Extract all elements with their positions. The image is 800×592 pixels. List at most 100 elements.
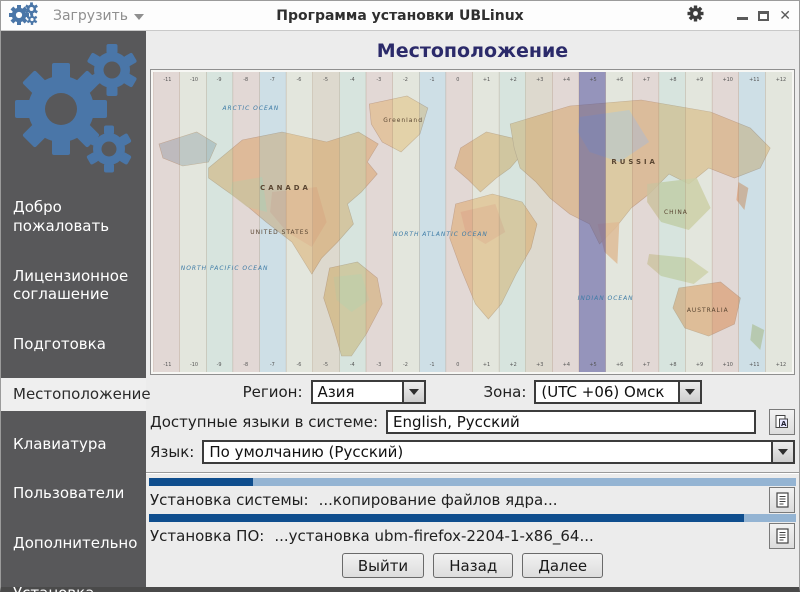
svg-text:+11: +11 <box>749 77 759 83</box>
software-progressbar-fill <box>149 514 745 522</box>
sidebar-item-users[interactable]: Пользователи <box>1 477 146 510</box>
svg-text:-4: -4 <box>350 362 355 368</box>
svg-text:-11: -11 <box>163 362 171 368</box>
svg-text:-2: -2 <box>403 362 408 368</box>
back-button[interactable]: Назад <box>433 553 514 578</box>
svg-text:+2: +2 <box>509 362 516 368</box>
timezone-map[interactable]: ARCTIC OCEAN CANADA UNITED STATES Greenl… <box>150 69 795 375</box>
svg-text:-4: -4 <box>350 77 355 83</box>
log-icon <box>775 492 789 508</box>
nav-buttons: Выйти Назад Далее <box>146 553 799 578</box>
sidebar: Добро пожаловать Лицензионное соглашение… <box>1 31 151 592</box>
region-select[interactable]: Азия <box>310 380 426 404</box>
selected-timezone-highlight <box>579 72 606 372</box>
sidebar-item-keyboard[interactable]: Клавиатура <box>1 428 146 461</box>
sidebar-menu: Добро пожаловать Лицензионное соглашение… <box>1 191 151 592</box>
load-menu-label: Загрузить <box>53 7 129 24</box>
sidebar-item-additional[interactable]: Дополнительно <box>1 527 146 560</box>
svg-text:-7: -7 <box>270 362 275 368</box>
region-dropdown-arrow-icon[interactable] <box>401 382 424 402</box>
app-gears-logo-icon <box>9 1 39 30</box>
main-panel: Местоположение ARCTIC OCEAN CANADA UNITE… <box>146 31 799 587</box>
zone-dropdown-arrow-icon[interactable] <box>678 382 701 402</box>
timezone-stripes <box>153 72 792 372</box>
svg-text:+4: +4 <box>563 362 570 368</box>
separator <box>146 472 799 474</box>
svg-text:+1: +1 <box>483 362 490 368</box>
svg-text:+6: +6 <box>616 77 623 83</box>
minimize-button[interactable] <box>737 17 749 20</box>
svg-text:-9: -9 <box>217 77 222 83</box>
software-progressbar <box>149 514 796 522</box>
svg-text:+7: +7 <box>643 362 650 368</box>
svg-text:-6: -6 <box>296 77 301 83</box>
system-progressbar-fill <box>149 478 253 486</box>
svg-text:+3: +3 <box>536 362 543 368</box>
svg-text:CHINA: CHINA <box>664 209 688 216</box>
system-progress-status: ...копирование файлов ядра... <box>318 491 558 509</box>
sidebar-item-installation[interactable]: Установка <box>1 577 146 592</box>
svg-text:-10: -10 <box>190 362 198 368</box>
close-button[interactable]: ✕ <box>779 9 791 23</box>
svg-text:-9: -9 <box>217 362 222 368</box>
svg-text:-7: -7 <box>270 77 275 83</box>
titlebar: Загрузить Программа установки UBLinux ✕ <box>1 1 799 31</box>
zone-label: Зона: <box>483 383 527 401</box>
next-button[interactable]: Далее <box>522 553 604 578</box>
svg-text:+5: +5 <box>589 362 596 368</box>
svg-text:+11: +11 <box>749 362 759 368</box>
svg-text:-1: -1 <box>430 77 435 83</box>
zone-value: (UTC +06) Омск <box>541 383 665 401</box>
svg-text:+8: +8 <box>669 77 676 83</box>
maximize-button[interactable] <box>758 10 770 21</box>
svg-text:+5: +5 <box>589 77 596 83</box>
software-progress-label: Установка ПО: <box>150 527 265 545</box>
sidebar-item-welcome[interactable]: Добро пожаловать <box>1 191 146 243</box>
svg-text:+7: +7 <box>643 77 650 83</box>
svg-text:+10: +10 <box>722 362 732 368</box>
system-log-button[interactable] <box>769 487 795 513</box>
svg-text:+9: +9 <box>696 362 703 368</box>
svg-text:A: A <box>781 420 787 428</box>
language-tools-button[interactable]: A <box>769 409 795 435</box>
svg-text:+2: +2 <box>509 77 516 83</box>
load-menu-button[interactable]: Загрузить <box>53 7 145 24</box>
svg-text:-2: -2 <box>403 77 408 83</box>
svg-text:+12: +12 <box>776 77 786 83</box>
installer-window: Загрузить Программа установки UBLinux ✕ … <box>0 0 800 592</box>
zone-select[interactable]: (UTC +06) Омск <box>534 380 703 404</box>
svg-text:-8: -8 <box>243 77 248 83</box>
sidebar-item-location[interactable]: Местоположение <box>1 377 151 411</box>
svg-text:+6: +6 <box>616 362 623 368</box>
svg-text:RUSSIA: RUSSIA <box>611 158 657 166</box>
chevron-down-icon <box>134 13 145 20</box>
language-value: По умолчанию (Русский) <box>209 443 404 461</box>
svg-text:+12: +12 <box>776 362 786 368</box>
svg-text:INDIAN OCEAN: INDIAN OCEAN <box>578 295 634 302</box>
language-select[interactable]: По умолчанию (Русский) <box>202 440 795 464</box>
svg-text:UNITED STATES: UNITED STATES <box>250 229 309 236</box>
svg-text:+3: +3 <box>536 77 543 83</box>
available-languages-label: Доступные языки в системе: <box>150 413 379 431</box>
svg-text:-10: -10 <box>190 77 198 83</box>
software-progress-status: ...установка ubm-firefox-2204-1-x86_64..… <box>274 527 594 545</box>
exit-button[interactable]: Выйти <box>341 553 425 578</box>
system-progress-label: Установка системы: <box>150 491 309 509</box>
software-log-button[interactable] <box>769 523 795 549</box>
window-title: Программа установки UBLinux <box>276 7 524 24</box>
svg-text:-1: -1 <box>430 362 435 368</box>
sidebar-item-preparation[interactable]: Подготовка <box>1 328 146 361</box>
svg-text:-11: -11 <box>163 77 171 83</box>
svg-text:ARCTIC OCEAN: ARCTIC OCEAN <box>221 105 279 112</box>
sidebar-item-license[interactable]: Лицензионное соглашение <box>1 260 146 312</box>
system-progressbar <box>149 478 796 486</box>
available-languages-input[interactable] <box>386 410 756 434</box>
settings-gear-button[interactable] <box>686 4 705 27</box>
svg-text:0: 0 <box>456 362 459 368</box>
svg-text:AUSTRALIA: AUSTRALIA <box>687 307 729 314</box>
svg-text:-5: -5 <box>323 77 328 83</box>
log-icon <box>775 528 789 544</box>
svg-text:+9: +9 <box>696 77 703 83</box>
svg-text:-3: -3 <box>376 362 381 368</box>
language-dropdown-arrow-icon[interactable] <box>771 442 793 462</box>
